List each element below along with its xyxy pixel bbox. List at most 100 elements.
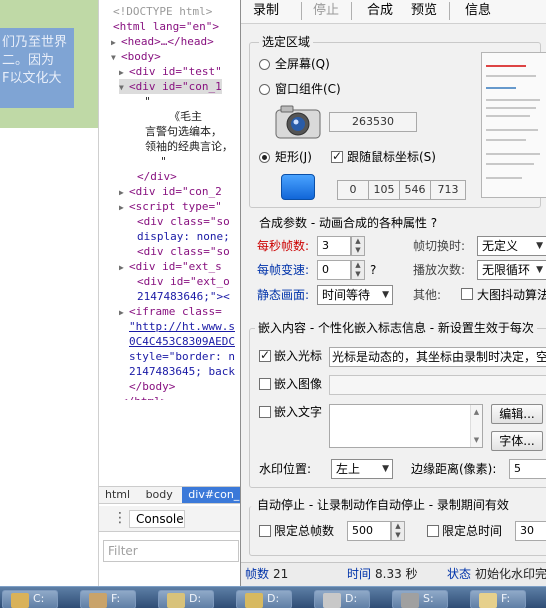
stop-button[interactable]: 停止: [313, 3, 339, 19]
collapse-arrow-icon[interactable]: ▶: [119, 260, 129, 275]
dom-node-line[interactable]: display: none;: [127, 229, 230, 244]
embed-text-checkbox[interactable]: [259, 406, 271, 418]
camera-icon[interactable]: [275, 104, 321, 140]
dom-node-line[interactable]: 领袖的经典言论，: [135, 139, 233, 154]
taskbar-button[interactable]: C:: [2, 590, 58, 608]
rect-height-field[interactable]: 713: [430, 180, 466, 200]
dom-node-line[interactable]: </html>: [111, 394, 167, 400]
rect-radio[interactable]: [259, 152, 270, 163]
limit-time-checkbox[interactable]: [427, 525, 439, 537]
dom-node-text: <iframe class=: [129, 305, 222, 318]
dom-node-line[interactable]: "http://ht.www.s: [119, 319, 235, 334]
dom-node-line[interactable]: ▶ <script type=": [119, 199, 222, 214]
frame-switch-select[interactable]: 无定义: [477, 236, 546, 256]
speed-stepper[interactable]: ▲ ▼: [351, 260, 365, 280]
dom-node-line[interactable]: ▶ <div id="con_2: [119, 184, 222, 199]
embed-text-label[interactable]: 嵌入文字: [274, 405, 322, 419]
embed-image-path-field[interactable]: [329, 375, 546, 395]
taskbar-button[interactable]: D:: [158, 590, 214, 608]
fullscreen-radio[interactable]: [259, 59, 270, 70]
limit-frames-input[interactable]: 500: [347, 521, 391, 541]
window-radio[interactable]: [259, 84, 270, 95]
collapse-arrow-icon[interactable]: ▶: [119, 305, 129, 320]
breadcrumb-html[interactable]: html: [99, 487, 136, 503]
dom-node-line[interactable]: style="border: n: [119, 349, 235, 364]
rect-width-field[interactable]: 546: [399, 180, 431, 200]
dom-node-line[interactable]: <div class="so: [127, 214, 230, 229]
record-button[interactable]: 录制: [253, 3, 279, 19]
breadcrumb-div[interactable]: div#con_1: [182, 487, 240, 503]
font-button[interactable]: 字体...: [491, 431, 543, 451]
dom-tree[interactable]: <!DOCTYPE html> <html lang="en"> ▶ <head>…<…: [99, 0, 240, 400]
dom-node-line[interactable]: </body>: [119, 379, 175, 394]
fullscreen-label[interactable]: 全屏幕(Q): [275, 57, 330, 71]
fps-stepper[interactable]: ▲ ▼: [351, 236, 365, 256]
embed-image-checkbox[interactable]: [259, 378, 271, 390]
dom-node-line[interactable]: ▶ <div id="ext_s: [119, 259, 222, 274]
limit-frames-checkbox[interactable]: [259, 525, 271, 537]
expand-arrow-icon[interactable]: ▼: [119, 80, 129, 95]
dom-node-line[interactable]: 2147483646;"><: [127, 289, 230, 304]
dom-node-line[interactable]: ▶ <iframe class=: [119, 304, 222, 319]
static-frame-select[interactable]: 时间等待: [317, 285, 393, 305]
breadcrumb-body[interactable]: body: [140, 487, 179, 503]
fps-input[interactable]: 3: [317, 236, 351, 256]
follow-mouse-checkbox[interactable]: [331, 149, 343, 163]
rect-y-field[interactable]: 105: [368, 180, 400, 200]
collapse-arrow-icon[interactable]: ▶: [119, 65, 129, 80]
dom-node-line[interactable]: <!DOCTYPE html>: [103, 4, 212, 19]
embed-cursor-checkbox[interactable]: [259, 348, 271, 362]
follow-mouse-label[interactable]: 跟随鼠标坐标(S): [347, 150, 436, 164]
preview-button[interactable]: 预览: [411, 3, 437, 19]
limit-time-label[interactable]: 限定总时间: [442, 524, 502, 538]
taskbar-button[interactable]: D:: [314, 590, 370, 608]
dom-node-line[interactable]: 言警句选编本，: [135, 124, 222, 139]
monitor-icon[interactable]: [281, 174, 315, 200]
rect-x-field[interactable]: 0: [337, 180, 369, 200]
tab-console[interactable]: Console: [129, 510, 185, 528]
dom-node-line[interactable]: ▶ <div id="test": [119, 64, 222, 79]
dom-node-line[interactable]: ▼ <div id="con_1: [119, 79, 222, 94]
play-count-select[interactable]: 无限循环: [477, 260, 546, 280]
taskbar-button[interactable]: F:: [470, 590, 526, 608]
taskbar-button[interactable]: S:: [392, 590, 448, 608]
dom-node-line[interactable]: 2147483645; back: [119, 364, 235, 379]
margin-input[interactable]: 5: [509, 459, 546, 479]
taskbar-button[interactable]: F:: [80, 590, 136, 608]
edit-button[interactable]: 编辑...: [491, 404, 543, 424]
embed-cursor-label[interactable]: 嵌入光标: [274, 349, 322, 363]
embed-text-area[interactable]: ▲ ▼: [329, 404, 483, 448]
expand-arrow-icon[interactable]: ▼: [111, 50, 121, 65]
limit-frames-label[interactable]: 限定总帧数: [274, 524, 334, 538]
dom-node-line[interactable]: <div id="ext_o: [127, 274, 230, 289]
kebab-menu-icon[interactable]: ⋮: [113, 510, 127, 526]
collapse-arrow-icon[interactable]: ▶: [119, 200, 129, 215]
speed-input[interactable]: 0: [317, 260, 351, 280]
dom-node-line[interactable]: 0C4C453C8309AEDC: [119, 334, 235, 349]
dom-node-line[interactable]: </div>: [127, 169, 177, 184]
taskbar-app-icon: [11, 593, 29, 608]
dom-node-line[interactable]: <html lang="en">: [103, 19, 219, 34]
collapse-arrow-icon[interactable]: ▶: [111, 35, 121, 50]
taskbar-button[interactable]: D:: [236, 590, 292, 608]
watermark-position-select[interactable]: 左上: [331, 459, 393, 479]
rect-label[interactable]: 矩形(J): [275, 150, 312, 164]
window-label[interactable]: 窗口组件(C): [275, 82, 341, 96]
limit-time-input[interactable]: 30: [515, 521, 546, 541]
big-jitter-label[interactable]: 大图抖动算法: [477, 288, 546, 302]
dom-node-line[interactable]: <div class="so: [127, 244, 230, 259]
dom-node-line[interactable]: ▼ <body>: [111, 49, 161, 64]
info-button[interactable]: 信息: [465, 3, 491, 19]
compose-button[interactable]: 合成: [367, 3, 393, 19]
collapse-arrow-icon[interactable]: ▶: [119, 185, 129, 200]
dom-node-line[interactable]: 《毛主: [159, 109, 202, 124]
console-filter-input[interactable]: Filter: [103, 540, 239, 562]
embed-image-label[interactable]: 嵌入图像: [274, 377, 322, 391]
big-jitter-checkbox[interactable]: [461, 288, 473, 300]
textarea-scrollbar[interactable]: ▲ ▼: [470, 405, 482, 447]
speed-help-icon[interactable]: ?: [370, 263, 376, 277]
dom-node-line[interactable]: ": [135, 94, 150, 109]
limit-frames-stepper[interactable]: ▲ ▼: [391, 521, 405, 541]
dom-node-line[interactable]: ": [151, 154, 166, 169]
dom-node-line[interactable]: ▶ <head>…</head>: [111, 34, 214, 49]
